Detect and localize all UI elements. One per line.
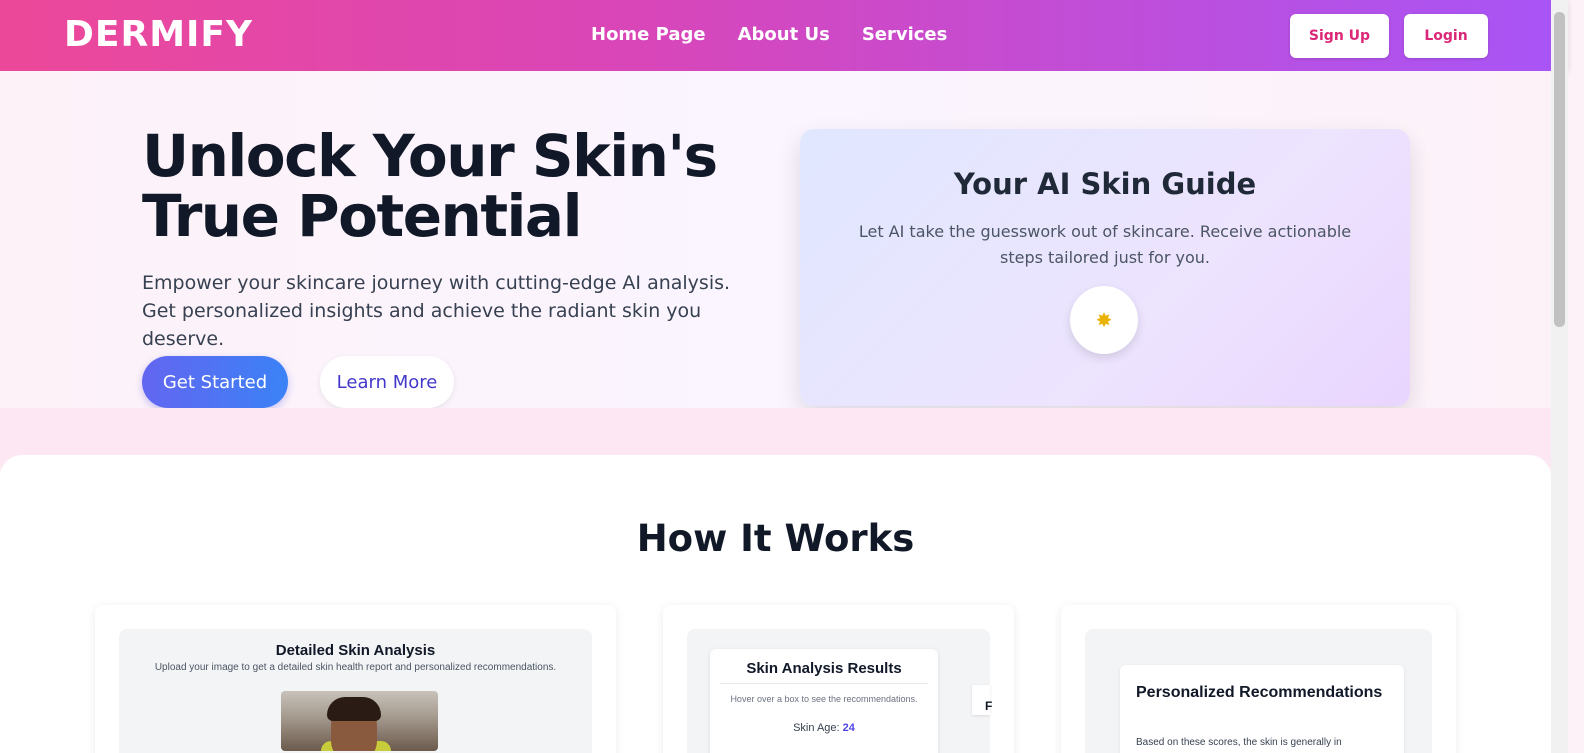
hero-subtitle: Empower your skincare journey with cutti… [142, 272, 731, 350]
results-panel: Skin Analysis Results Hover over a box t… [710, 649, 938, 753]
skin-age: Skin Age: 24 [793, 722, 855, 734]
ai-guide-card: Your AI Skin Guide Let AI take the guess… [800, 129, 1410, 406]
page-scrollbar[interactable] [1551, 0, 1568, 753]
card-preview: Skin Analysis Results Hover over a box t… [687, 629, 990, 753]
login-button[interactable]: Login [1404, 14, 1488, 58]
card-subtitle: Upload your image to get a detailed skin… [154, 662, 557, 673]
card-title: Detailed Skin Analysis [275, 642, 436, 659]
logo[interactable]: DERMIFY [64, 14, 253, 55]
guide-text: Let AI take the guesswork out of skincar… [858, 222, 1352, 267]
nav-home-link[interactable]: Home Page [591, 24, 706, 45]
how-it-works-section: How It Works Detailed Skin Analysis Uplo… [0, 455, 1551, 753]
card-title: Personalized Recommendations [1136, 684, 1383, 701]
sparkle-icon: ✸ [1070, 286, 1138, 354]
navbar: DERMIFY Home Page About Us Services Sign… [0, 0, 1568, 71]
skin-age-value: 24 [842, 722, 855, 734]
card-preview: Personalized Recommendations Based on th… [1085, 629, 1432, 753]
recommendations-panel: Personalized Recommendations Based on th… [1120, 665, 1404, 753]
hero-title: Unlock Your Skin's True Potential [142, 122, 718, 250]
how-it-works-title: How It Works [636, 517, 915, 560]
side-tab[interactable]: F [972, 685, 992, 715]
signup-button[interactable]: Sign Up [1290, 14, 1389, 58]
nav-about-link[interactable]: About Us [738, 24, 830, 45]
get-started-button[interactable]: Get Started [142, 356, 288, 408]
hover-hint: Hover over a box to see the recommendati… [730, 694, 918, 704]
skin-analysis-card: Detailed Skin Analysis Upload your image… [95, 605, 616, 753]
card-text: Based on these scores, the skin is gener… [1136, 737, 1342, 748]
recommendations-card: Personalized Recommendations Based on th… [1061, 605, 1456, 753]
nav-links: Home Page About Us Services [591, 24, 947, 45]
learn-more-button[interactable]: Learn More [320, 356, 454, 408]
nav-services-link[interactable]: Services [862, 24, 948, 45]
divider [720, 683, 928, 684]
card-preview: Detailed Skin Analysis Upload your image… [119, 629, 592, 753]
hero-section: Unlock Your Skin's True Potential Empowe… [0, 71, 1568, 408]
analysis-results-card: Skin Analysis Results Hover over a box t… [663, 605, 1014, 753]
scroll-thumb[interactable] [1554, 12, 1565, 327]
sample-face-photo [281, 691, 438, 751]
card-title: Skin Analysis Results [746, 660, 902, 677]
guide-title: Your AI Skin Guide [953, 167, 1257, 201]
